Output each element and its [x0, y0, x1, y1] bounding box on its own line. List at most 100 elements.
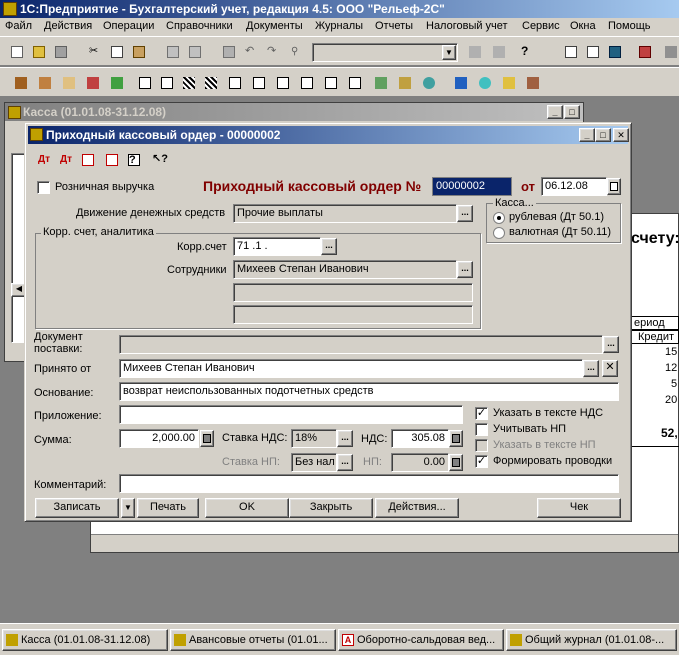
supply-doc-select-button[interactable]: ... — [603, 336, 619, 353]
menu-journals[interactable]: Журналы — [315, 20, 363, 32]
kassa-val-radio[interactable] — [493, 227, 505, 239]
sales-tax-field[interactable]: 0.00 — [391, 453, 449, 472]
tb2-btn-16[interactable] — [372, 74, 390, 92]
more-tb-button[interactable] — [662, 43, 679, 61]
comment-field[interactable] — [119, 474, 619, 493]
vat-field[interactable]: 305.08 — [391, 429, 449, 448]
tb2-btn-15[interactable] — [346, 74, 364, 92]
menu-file[interactable]: Файл — [5, 20, 32, 32]
tb2-btn-5[interactable] — [108, 74, 126, 92]
tb2-btn-22[interactable] — [524, 74, 542, 92]
calendar-tb-button[interactable] — [562, 43, 580, 61]
dialog-minimize-button[interactable]: _ — [579, 128, 595, 142]
tb2-btn-3[interactable] — [60, 74, 78, 92]
amount-field[interactable]: 2,000.00 — [119, 429, 199, 448]
redo-button[interactable]: ↷ — [264, 43, 282, 61]
grid-tb-button[interactable] — [584, 43, 602, 61]
menu-help[interactable]: Помощь — [608, 20, 651, 32]
vat-in-text-checkbox[interactable]: ✓ — [475, 407, 488, 420]
tb2-btn-6[interactable] — [136, 74, 154, 92]
task-turnover-sheet[interactable]: A Оборотно-сальдовая вед... — [338, 629, 504, 651]
dlg-tb-unpost-button[interactable]: Дт — [57, 151, 75, 169]
tb2-btn-12[interactable] — [274, 74, 292, 92]
attachment-field[interactable] — [119, 405, 463, 424]
close-button[interactable]: Закрыть — [289, 498, 373, 518]
amount-calculator-button[interactable] — [200, 430, 214, 447]
kassa-rub-radio[interactable] — [493, 212, 505, 224]
receipt-button[interactable]: Чек — [537, 498, 621, 518]
sales-tax-calculator-button[interactable] — [449, 454, 463, 471]
received-from-field[interactable]: Михеев Степан Иванович — [119, 359, 583, 378]
corr-account-field[interactable]: 71 .1 . — [233, 237, 321, 256]
dlg-tb-post-button[interactable]: Дт — [35, 151, 53, 169]
tb2-btn-10[interactable] — [226, 74, 244, 92]
account-sales-tax-checkbox[interactable] — [475, 423, 488, 436]
cut-button[interactable]: ✂ — [86, 43, 104, 61]
retail-checkbox[interactable] — [37, 181, 50, 194]
cash-flow-select-button[interactable]: ... — [457, 205, 473, 222]
vat-rate-field[interactable]: 18% — [291, 429, 337, 448]
supply-doc-field[interactable] — [119, 335, 603, 354]
dialog-close-button[interactable]: ✕ — [613, 128, 629, 142]
osv-scrollbar[interactable] — [91, 534, 678, 552]
vat-calculator-button[interactable] — [449, 430, 463, 447]
tb2-btn-11[interactable] — [250, 74, 268, 92]
make-postings-checkbox[interactable]: ✓ — [475, 455, 488, 468]
menu-documents[interactable]: Документы — [246, 20, 303, 32]
menu-references[interactable]: Справочники — [166, 20, 233, 32]
dialog-maximize-button[interactable]: □ — [595, 128, 611, 142]
employees-select-button[interactable]: ... — [457, 261, 473, 278]
tb2-btn-8[interactable] — [180, 74, 198, 92]
doc-number-field[interactable]: 00000002 — [432, 177, 512, 196]
book-tb-button[interactable] — [636, 43, 654, 61]
tb2-btn-14[interactable] — [322, 74, 340, 92]
new-button[interactable] — [8, 43, 26, 61]
analytic-2-field[interactable] — [233, 283, 473, 302]
sales-tax-in-text-checkbox[interactable] — [475, 439, 488, 452]
open-button[interactable] — [30, 43, 48, 61]
tb2-btn-2[interactable] — [36, 74, 54, 92]
basis-field[interactable]: возврат неиспользованных подотчетных сре… — [119, 382, 619, 401]
monitor-tb-button[interactable] — [606, 43, 624, 61]
kassa-maximize-button[interactable]: □ — [564, 105, 580, 119]
copy-button[interactable] — [108, 43, 126, 61]
dlg-tb-structure-button[interactable] — [79, 151, 97, 169]
tb2-btn-4[interactable] — [84, 74, 102, 92]
tb2-btn-17[interactable] — [396, 74, 414, 92]
employees-field[interactable]: Михеев Степан Иванович — [233, 260, 457, 279]
tb2-btn-21[interactable] — [500, 74, 518, 92]
search-combo[interactable] — [312, 43, 458, 62]
search-next-button[interactable] — [490, 43, 508, 61]
search-combo-arrow[interactable]: ▼ — [442, 45, 456, 60]
dlg-tb-whatsthis-button[interactable]: ↖? — [149, 151, 168, 169]
ok-button[interactable]: OK — [205, 498, 289, 518]
task-general-journal[interactable]: Общий журнал (01.01.08-... — [506, 629, 677, 651]
print-button[interactable]: Печать — [137, 498, 199, 518]
received-from-select-button[interactable]: ... — [583, 360, 599, 377]
task-kassa[interactable]: Касса (01.01.08-31.12.08) — [2, 629, 168, 651]
tb2-btn-13[interactable] — [298, 74, 316, 92]
dlg-tb-move-button[interactable] — [103, 151, 121, 169]
find-button[interactable]: ⚲ — [288, 43, 306, 61]
analytic-3-field[interactable] — [233, 305, 473, 324]
vat-rate-select-button[interactable]: ... — [337, 430, 353, 447]
sales-tax-rate-select-button[interactable]: ... — [337, 454, 353, 471]
received-from-clear-button[interactable]: ✕ — [602, 360, 618, 377]
undo-button[interactable]: ↶ — [242, 43, 260, 61]
task-advance-reports[interactable]: Авансовые отчеты (01.01... — [170, 629, 336, 651]
tb2-btn-19[interactable] — [452, 74, 470, 92]
search-prev-button[interactable] — [466, 43, 484, 61]
save-tb-button[interactable] — [52, 43, 70, 61]
menu-reports[interactable]: Отчеты — [375, 20, 413, 32]
actions-button[interactable]: Действия... — [375, 498, 459, 518]
tb2-btn-7[interactable] — [158, 74, 176, 92]
doc-date-field[interactable]: 06.12.08 — [541, 177, 607, 196]
paste-button[interactable] — [130, 43, 148, 61]
save-menu-button[interactable]: ▼ — [121, 498, 135, 518]
menu-operations[interactable]: Операции — [103, 20, 154, 32]
corr-account-select-button[interactable]: ... — [321, 238, 337, 255]
menu-tax[interactable]: Налоговый учет — [426, 20, 508, 32]
print-tb-button[interactable] — [164, 43, 182, 61]
delete-tb-button[interactable] — [220, 43, 238, 61]
tb2-btn-1[interactable] — [12, 74, 30, 92]
